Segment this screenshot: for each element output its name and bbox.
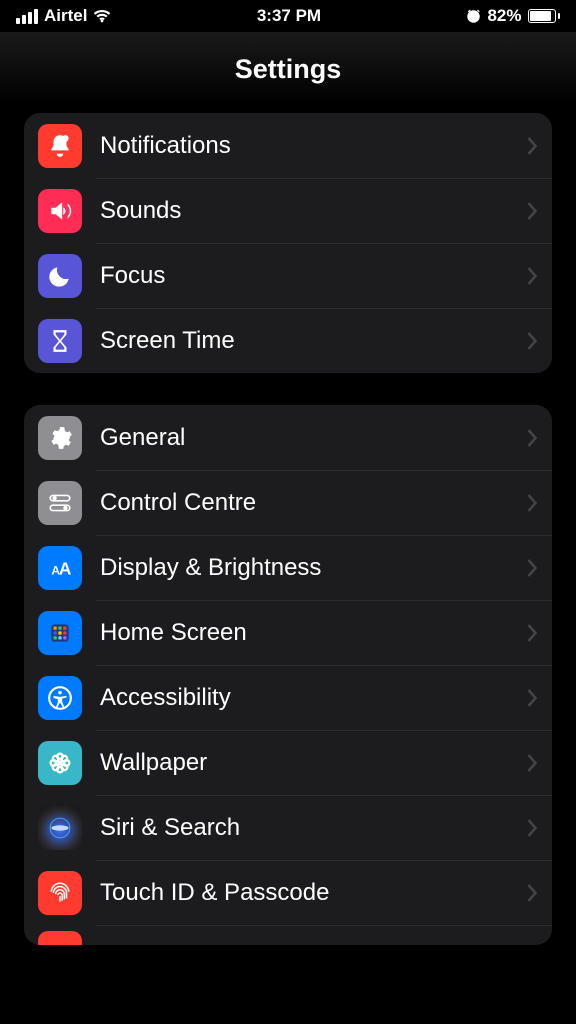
row-label: Siri & Search [82, 814, 527, 842]
row-siri-search[interactable]: Siri & Search [24, 795, 552, 860]
flower-icon [38, 741, 82, 785]
hourglass-icon [38, 319, 82, 363]
row-accessibility[interactable]: Accessibility [24, 665, 552, 730]
speaker-icon [38, 189, 82, 233]
toggles-icon [38, 481, 82, 525]
row-display-brightness[interactable]: AA Display & Brightness [24, 535, 552, 600]
siri-icon [38, 806, 82, 850]
row-label: Touch ID & Passcode [82, 879, 527, 907]
row-label: General [82, 424, 527, 452]
row-home-screen[interactable]: Home Screen [24, 600, 552, 665]
settings-screen: Airtel 3:37 PM 82% Settings [0, 0, 576, 1024]
row-label: Display & Brightness [82, 554, 527, 582]
accessibility-icon [38, 676, 82, 720]
chevron-right-icon [527, 494, 538, 512]
sos-icon [38, 931, 82, 945]
chevron-right-icon [527, 429, 538, 447]
row-sounds[interactable]: Sounds [24, 178, 552, 243]
row-notifications[interactable]: Notifications [24, 113, 552, 178]
carrier-label: Airtel [44, 6, 87, 26]
gear-icon [38, 416, 82, 460]
settings-list[interactable]: Notifications Sounds Focus [0, 103, 576, 1024]
row-control-centre[interactable]: Control Centre [24, 470, 552, 535]
text-size-icon: AA [38, 546, 82, 590]
row-label: Wallpaper [82, 749, 527, 777]
row-label: Control Centre [82, 489, 527, 517]
row-focus[interactable]: Focus [24, 243, 552, 308]
row-label: Focus [82, 262, 527, 290]
battery-icon [528, 9, 561, 23]
grid-icon [38, 611, 82, 655]
status-left: Airtel [16, 6, 111, 26]
wifi-icon [93, 7, 111, 25]
chevron-right-icon [527, 202, 538, 220]
chevron-right-icon [527, 884, 538, 902]
battery-pct: 82% [487, 6, 521, 26]
signal-icon [16, 9, 38, 24]
row-label: Sounds [82, 197, 527, 225]
row-wallpaper[interactable]: Wallpaper [24, 730, 552, 795]
chevron-right-icon [527, 819, 538, 837]
chevron-right-icon [527, 267, 538, 285]
row-touch-id[interactable]: Touch ID & Passcode [24, 860, 552, 925]
chevron-right-icon [527, 137, 538, 155]
chevron-right-icon [527, 754, 538, 772]
status-right: 82% [466, 6, 560, 26]
row-label: Home Screen [82, 619, 527, 647]
row-label: Notifications [82, 132, 527, 160]
moon-icon [38, 254, 82, 298]
row-general[interactable]: General [24, 405, 552, 470]
status-bar: Airtel 3:37 PM 82% [0, 0, 576, 32]
settings-group-notifications: Notifications Sounds Focus [24, 113, 552, 373]
alarm-icon [466, 9, 481, 24]
fingerprint-icon [38, 871, 82, 915]
row-label: Screen Time [82, 327, 527, 355]
svg-text:A: A [59, 558, 72, 578]
clock: 3:37 PM [257, 6, 321, 26]
row-partial[interactable] [24, 925, 552, 945]
row-label: Accessibility [82, 684, 527, 712]
settings-group-general: General Control Centre AA Display & Brig… [24, 405, 552, 945]
page-title: Settings [0, 32, 576, 103]
chevron-right-icon [527, 689, 538, 707]
row-screen-time[interactable]: Screen Time [24, 308, 552, 373]
bell-icon [38, 124, 82, 168]
chevron-right-icon [527, 624, 538, 642]
chevron-right-icon [527, 559, 538, 577]
chevron-right-icon [527, 332, 538, 350]
